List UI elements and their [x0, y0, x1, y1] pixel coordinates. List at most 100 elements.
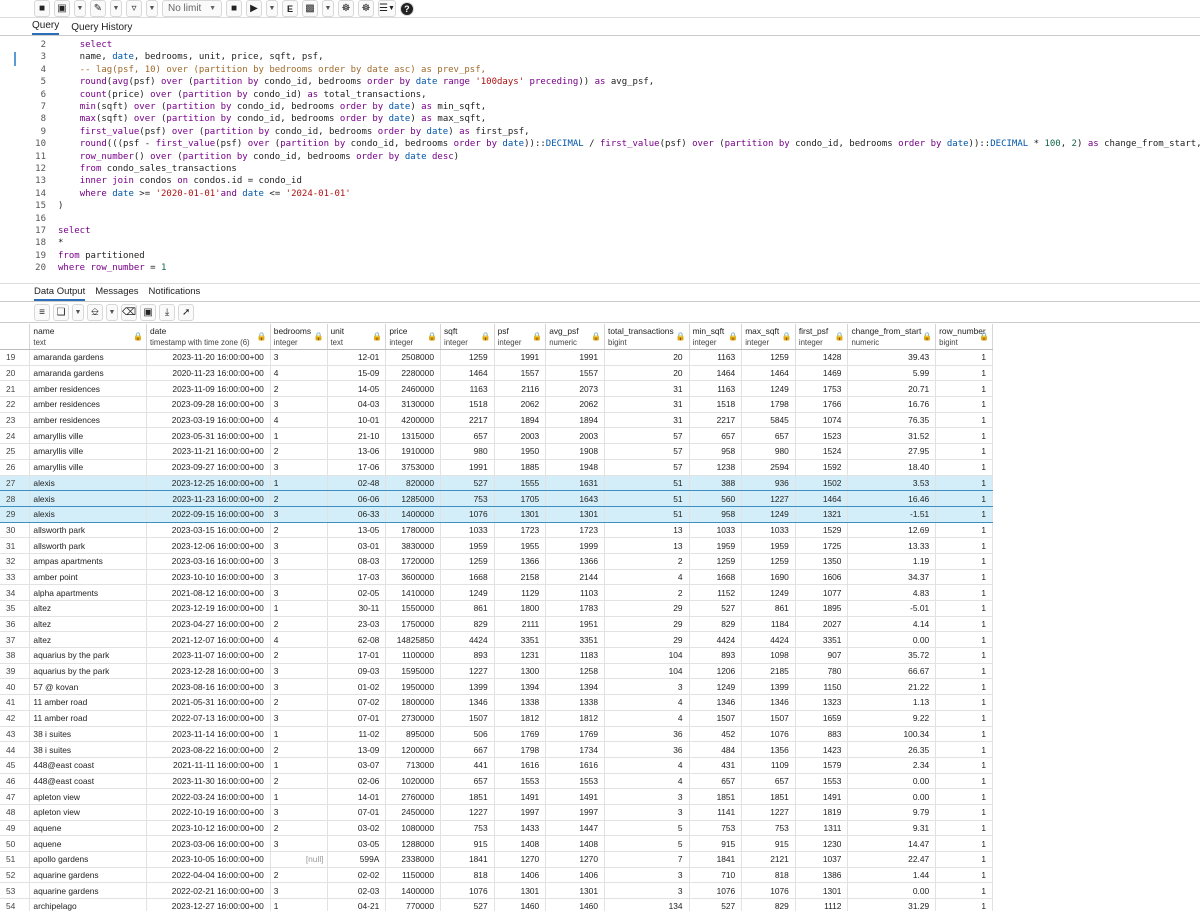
stop-button[interactable]: ■	[226, 0, 242, 17]
table-cell[interactable]: 3	[270, 835, 328, 852]
code-line[interactable]: count(price) over (partition by condo_id…	[58, 90, 427, 100]
table-row[interactable]: 49 aquene 2023-10-12 16:00:00+00 2 03-02 1080…	[0, 820, 993, 837]
table-cell[interactable]: 134	[604, 898, 690, 911]
table-cell[interactable]: 2023-05-31 16:00:00+00	[146, 427, 271, 445]
table-cell[interactable]: 1769	[494, 726, 547, 743]
table-row[interactable]: 51 apollo gardens 2023-10-05 16:00:00+00 [n…	[0, 851, 993, 868]
table-cell[interactable]: 04-21	[327, 898, 387, 911]
column-header-unit[interactable]: unit text 🔒	[327, 324, 387, 350]
table-cell[interactable]: allsworth park	[29, 537, 147, 554]
table-cell[interactable]: amaranda gardens	[29, 349, 147, 366]
table-cell[interactable]: 1	[935, 349, 993, 366]
column-header-avg-psf[interactable]: avg_psf numeric 🔒	[545, 324, 605, 350]
table-cell[interactable]: 1238	[689, 459, 743, 476]
table-cell[interactable]: 1908	[545, 443, 605, 460]
table-cell[interactable]: 1230	[795, 835, 849, 852]
table-cell[interactable]: 1819	[795, 804, 849, 821]
table-cell[interactable]: 1	[935, 505, 993, 523]
table-cell[interactable]: 2023-03-19 16:00:00+00	[146, 412, 271, 429]
table-cell[interactable]: 1	[935, 726, 993, 743]
table-cell[interactable]: 1550000	[385, 600, 441, 617]
table-cell[interactable]: 1959	[440, 537, 495, 554]
table-cell[interactable]: 1507	[741, 710, 796, 727]
delete-button[interactable]: ⌫	[121, 304, 138, 321]
table-cell[interactable]: 2023-09-27 16:00:00+00	[146, 459, 271, 476]
column-header-date[interactable]: date timestamp with time zone (6) 🔒	[146, 324, 271, 350]
table-cell[interactable]: 31.29	[847, 898, 937, 911]
table-cell[interactable]: 1100000	[385, 647, 441, 664]
table-cell[interactable]: aquarine gardens	[29, 867, 147, 884]
table-cell[interactable]: 4.83	[847, 584, 937, 601]
table-cell[interactable]: apleton view	[29, 788, 147, 805]
table-cell[interactable]: 484	[689, 741, 743, 758]
table-cell[interactable]: 1033	[689, 522, 743, 539]
table-cell[interactable]: 2022-03-24 16:00:00+00	[146, 788, 271, 805]
table-cell[interactable]: 1	[935, 631, 993, 649]
table-cell[interactable]: 2	[270, 616, 328, 633]
code-line[interactable]: first_value(psf) over (partition by cond…	[58, 127, 530, 137]
table-cell[interactable]: 1	[935, 443, 993, 460]
table-cell[interactable]: 829	[440, 616, 495, 633]
table-cell[interactable]: 2023-11-07 16:00:00+00	[146, 647, 271, 664]
table-cell[interactable]: 07-01	[327, 710, 387, 727]
table-cell[interactable]: 431	[689, 757, 743, 774]
table-cell[interactable]: 35.72	[847, 647, 937, 664]
table-cell[interactable]: 1750000	[385, 616, 441, 633]
table-cell[interactable]: 3	[270, 505, 328, 523]
table-cell[interactable]: 1895	[795, 600, 849, 617]
table-cell[interactable]: 104	[604, 663, 690, 680]
table-cell[interactable]: 1428	[795, 349, 849, 366]
code-line[interactable]: from partitioned	[58, 251, 145, 261]
table-row[interactable]: 24 amaryllis ville 2023-05-31 16:00:00+00 1…	[0, 427, 993, 445]
table-cell[interactable]: 1249	[741, 584, 796, 601]
table-cell[interactable]: 1529	[795, 522, 849, 539]
table-cell[interactable]: [null]	[270, 851, 328, 868]
table-cell[interactable]: 1259	[741, 553, 796, 570]
table-cell[interactable]: 1163	[440, 380, 495, 398]
table-cell[interactable]: 3	[270, 804, 328, 821]
explain-analyze-button[interactable]: ▩	[302, 0, 318, 17]
table-cell[interactable]: 17-01	[327, 647, 387, 664]
table-cell[interactable]: 1141	[689, 804, 743, 821]
table-cell[interactable]: 2021-05-31 16:00:00+00	[146, 694, 271, 711]
table-cell[interactable]: 01-02	[327, 678, 387, 696]
table-cell[interactable]: 13-09	[327, 741, 387, 758]
table-cell[interactable]: 1338	[494, 694, 547, 711]
column-header-row-number[interactable]: row_number bigint 🔒	[935, 324, 993, 350]
table-cell[interactable]: 1321	[795, 505, 849, 523]
table-cell[interactable]: 753	[440, 490, 495, 507]
table-cell[interactable]: 2450000	[385, 804, 441, 821]
table-cell[interactable]: 1959	[689, 537, 743, 554]
save-options-dropdown[interactable]: ▼	[74, 0, 86, 17]
column-header-name[interactable]: name text 🔒	[29, 324, 147, 350]
table-cell[interactable]: 1406	[494, 867, 547, 884]
table-cell[interactable]: 2022-02-21 16:00:00+00	[146, 882, 271, 900]
table-cell[interactable]: 1469	[795, 365, 849, 382]
table-cell[interactable]: 20.71	[847, 380, 937, 398]
table-cell[interactable]: 3	[604, 882, 690, 900]
table-cell[interactable]: 2594	[741, 459, 796, 476]
edit-options-dropdown[interactable]: ▼	[110, 0, 122, 17]
paste-button[interactable]: ⎒	[87, 304, 103, 321]
save-data-button[interactable]: ▣	[140, 304, 157, 321]
table-cell[interactable]: 1464	[795, 490, 849, 507]
code-line[interactable]: min(sqft) over (partition by condo_id, b…	[58, 102, 487, 112]
table-cell[interactable]: 753	[689, 820, 743, 837]
table-cell[interactable]: 2	[270, 443, 328, 460]
table-cell[interactable]: 1033	[440, 522, 495, 539]
table-cell[interactable]: 2023-10-12 16:00:00+00	[146, 820, 271, 837]
table-cell[interactable]: 3	[270, 882, 328, 900]
table-cell[interactable]: 1400000	[385, 882, 441, 900]
table-row[interactable]: 47 apleton view 2022-03-24 16:00:00+00 1 14-…	[0, 788, 993, 805]
table-cell[interactable]: 51	[604, 505, 690, 523]
table-cell[interactable]: 599A	[327, 851, 387, 868]
table-cell[interactable]: 03-02	[327, 820, 387, 837]
table-cell[interactable]: 76.35	[847, 412, 937, 429]
table-cell[interactable]: 1780000	[385, 522, 441, 539]
table-cell[interactable]: 2760000	[385, 788, 441, 805]
table-cell[interactable]: 2185	[741, 663, 796, 680]
table-cell[interactable]: 1338	[545, 694, 605, 711]
table-cell[interactable]: 1227	[741, 804, 796, 821]
table-cell[interactable]: 1258	[545, 663, 605, 680]
table-cell[interactable]: 1	[935, 851, 993, 868]
